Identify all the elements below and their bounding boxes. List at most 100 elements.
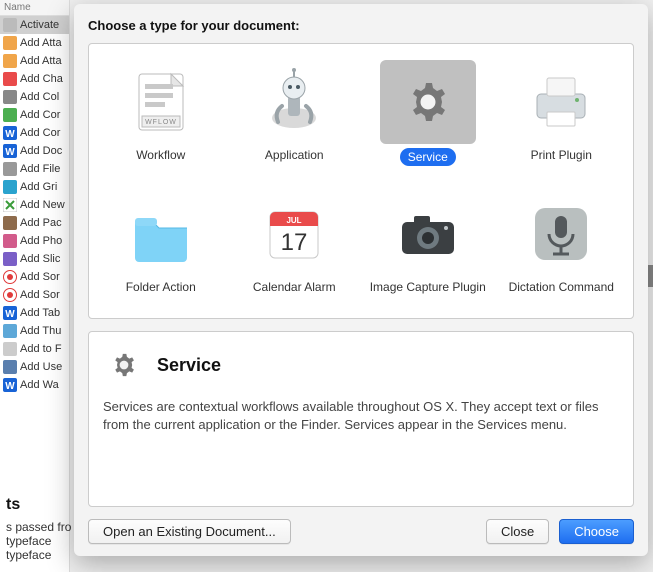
itunes-icon <box>3 288 17 302</box>
list-item[interactable]: Add Col <box>0 88 69 106</box>
file-icon <box>3 162 17 176</box>
w-icon: W <box>3 306 17 320</box>
type-label: Image Capture Plugin <box>370 280 486 310</box>
list-item-label: Add Use <box>20 361 62 373</box>
sheet-title: Choose a type for your document: <box>88 18 634 33</box>
list-item[interactable]: Add Use <box>0 358 69 376</box>
list-item[interactable]: Add Atta <box>0 52 69 70</box>
grid-icon <box>3 180 17 194</box>
folder-icon <box>113 192 209 276</box>
type-option-folder-action[interactable]: Folder Action <box>99 190 223 312</box>
svg-text:W: W <box>5 129 15 140</box>
list-item[interactable]: W Add Wa <box>0 376 69 394</box>
type-option-dictation-command[interactable]: Dictation Command <box>500 190 624 312</box>
list-item[interactable]: Add Cha <box>0 70 69 88</box>
application-icon <box>246 60 342 144</box>
svg-text:JUL: JUL <box>287 216 302 225</box>
list-item[interactable]: Add New <box>0 196 69 214</box>
type-label: Print Plugin <box>531 148 592 178</box>
actions-list[interactable]: Activate Add Atta Add Atta Add Cha Add Col Ad… <box>0 16 69 394</box>
list-item[interactable]: Add File <box>0 160 69 178</box>
generic-icon <box>3 18 17 32</box>
type-label: Dictation Command <box>509 280 614 310</box>
calendar-icon: JUL 17 <box>246 192 342 276</box>
document-type-sheet: Choose a type for your document: WFLOW W… <box>74 4 648 556</box>
type-label: Workflow <box>136 148 185 178</box>
text-icon <box>3 108 17 122</box>
svg-text:W: W <box>5 381 15 392</box>
attach-icon <box>3 54 17 68</box>
type-option-workflow[interactable]: WFLOW Workflow <box>99 58 223 180</box>
thumb-icon <box>3 324 17 338</box>
list-item[interactable]: Add Sor <box>0 268 69 286</box>
close-button[interactable]: Close <box>486 519 549 544</box>
list-item-label: Add Pac <box>20 217 62 229</box>
w-icon: W <box>3 378 17 392</box>
list-item[interactable]: W Add Doc <box>0 142 69 160</box>
w-icon: W <box>3 144 17 158</box>
list-item-label: Add Cha <box>20 73 63 85</box>
list-item-label: Add Atta <box>20 55 62 67</box>
slice-icon <box>3 252 17 266</box>
w-icon: W <box>3 126 17 140</box>
list-item[interactable]: Add Atta <box>0 34 69 52</box>
svg-text:W: W <box>5 309 15 320</box>
list-item[interactable]: Add Cor <box>0 106 69 124</box>
list-item-label: Add Thu <box>20 325 61 337</box>
list-item-label: Add Pho <box>20 235 62 247</box>
photo-icon <box>3 234 17 248</box>
type-option-service[interactable]: Service <box>366 58 490 180</box>
type-option-application[interactable]: Application <box>233 58 357 180</box>
gear-icon <box>103 344 145 386</box>
svg-text:WFLOW: WFLOW <box>145 119 177 126</box>
camera-icon <box>380 192 476 276</box>
chapter-icon <box>3 72 17 86</box>
x-icon <box>3 198 17 212</box>
column-header-name[interactable]: Name <box>0 0 69 16</box>
type-label: Service <box>400 148 456 178</box>
list-item[interactable]: Add Sor <box>0 286 69 304</box>
type-option-image-capture-plugin[interactable]: Image Capture Plugin <box>366 190 490 312</box>
itunes-icon <box>3 270 17 284</box>
service-icon <box>380 60 476 144</box>
gear-icon <box>3 90 17 104</box>
list-item-label: Add Sor <box>20 271 60 283</box>
type-label: Folder Action <box>126 280 196 310</box>
list-item-label: Add File <box>20 163 60 175</box>
type-option-print-plugin[interactable]: Print Plugin <box>500 58 624 180</box>
list-item[interactable]: Add to F <box>0 340 69 358</box>
description-text: Services are contextual workflows availa… <box>103 398 619 433</box>
type-option-calendar-alarm[interactable]: JUL 17 Calendar Alarm <box>233 190 357 312</box>
svg-text:17: 17 <box>281 229 308 256</box>
list-item-label: Add New <box>20 199 65 211</box>
list-item[interactable]: Add Slic <box>0 250 69 268</box>
list-item-label: Add Slic <box>20 253 60 265</box>
list-item-label: Add to F <box>20 343 62 355</box>
type-label: Application <box>265 148 324 178</box>
list-item[interactable]: Activate <box>0 16 69 34</box>
svg-text:W: W <box>5 147 15 158</box>
list-item-label: Add Atta <box>20 37 62 49</box>
list-item-label: Add Doc <box>20 145 62 157</box>
list-item-label: Add Gri <box>20 181 57 193</box>
microphone-icon <box>513 192 609 276</box>
list-item[interactable]: Add Gri <box>0 178 69 196</box>
button-row: Open an Existing Document... Close Choos… <box>88 519 634 544</box>
type-label: Calendar Alarm <box>253 280 336 310</box>
list-item[interactable]: Add Pho <box>0 232 69 250</box>
description-box: Service Services are contextual workflow… <box>88 331 634 507</box>
list-item[interactable]: Add Pac <box>0 214 69 232</box>
pkg-icon <box>3 216 17 230</box>
user-icon <box>3 360 17 374</box>
blank-icon <box>3 342 17 356</box>
document-type-grid: WFLOW Workflow Application Service Print… <box>88 43 634 319</box>
attach-icon <box>3 36 17 50</box>
workflow-icon: WFLOW <box>113 60 209 144</box>
choose-button[interactable]: Choose <box>559 519 634 544</box>
list-item[interactable]: WAdd Tab <box>0 304 69 322</box>
list-item-label: Add Wa <box>20 379 59 391</box>
list-item-label: Add Col <box>20 91 59 103</box>
open-existing-button[interactable]: Open an Existing Document... <box>88 519 291 544</box>
list-item[interactable]: Add Thu <box>0 322 69 340</box>
list-item[interactable]: WAdd Cor <box>0 124 69 142</box>
